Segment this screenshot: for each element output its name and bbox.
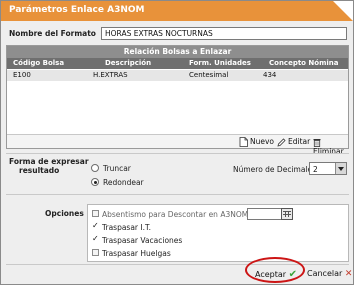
params-dialog: Parámetros Enlace A3NOM Nombre del Forma… [0, 0, 354, 285]
cancel-button[interactable]: Cancelar ✕ [307, 269, 352, 279]
radio-truncar-label: Truncar [103, 164, 131, 173]
cell-descripcion: H.EXTRAS [93, 71, 128, 79]
result-format-label-2: resultado [19, 166, 60, 175]
title-bar: Parámetros Enlace A3NOM [1, 1, 353, 21]
options-label: Opciones [45, 209, 84, 218]
table-row[interactable]: E100 H.EXTRAS Centesimal 434 [7, 70, 348, 81]
decimals-label: Número de Decimales [233, 165, 317, 174]
edit-label: Editar [288, 137, 311, 146]
col-form-unidades: Form. Unidades [189, 59, 251, 67]
radio-redondear[interactable] [91, 178, 99, 186]
accept-button[interactable]: Aceptar ✔ [255, 269, 297, 280]
table-header: Código Bolsa Descripción Form. Unidades … [7, 58, 348, 69]
cancel-label: Cancelar [307, 269, 343, 278]
new-doc-icon [239, 137, 248, 147]
format-name-input[interactable]: HORAS EXTRAS NOCTURNAS [101, 27, 347, 40]
col-descripcion: Descripción [105, 59, 152, 67]
radio-redondear-label: Redondear [103, 178, 144, 187]
divider [6, 153, 349, 154]
checkbox-vacaciones-label: Traspasar Vacaciones [102, 236, 183, 245]
new-button[interactable]: Nuevo [239, 137, 274, 147]
new-label: Nuevo [250, 137, 275, 146]
cell-concepto: 434 [263, 71, 277, 79]
delete-label: Eliminar [313, 146, 344, 156]
checkmark-icon[interactable]: ✓ [92, 234, 99, 243]
edit-button[interactable]: Editar [277, 137, 310, 147]
bolsas-table: Relación Bolsas a Enlazar Código Bolsa D… [6, 45, 349, 156]
radio-truncar[interactable] [91, 164, 99, 172]
trash-icon [313, 138, 321, 147]
checkmark-icon[interactable]: ✓ [92, 221, 99, 230]
format-name-label: Nombre del Formato [9, 29, 96, 38]
chevron-down-icon[interactable] [335, 163, 346, 174]
window-title: Parámetros Enlace A3NOM [9, 5, 145, 15]
checkbox-absentismo[interactable] [92, 210, 99, 217]
table-actions: Nuevo Editar Eliminar [7, 134, 348, 156]
cell-codigo: E100 [13, 71, 31, 79]
checkbox-it-label: Traspasar I.T. [102, 223, 152, 232]
table-title: Relación Bolsas a Enlazar [7, 46, 348, 58]
cell-form-unidades: Centesimal [189, 71, 229, 79]
close-icon: ✕ [344, 269, 353, 279]
decimals-value: 2 [313, 165, 318, 174]
checkbox-absentismo-label: Absentismo para Descontar en A3NOM [102, 210, 249, 219]
checkmark-icon: ✔ [288, 269, 297, 280]
title-corner [333, 1, 353, 21]
decimals-select[interactable]: 2 [309, 162, 347, 175]
checkbox-huelgas[interactable] [92, 249, 99, 256]
checkbox-huelgas-label: Traspasar Huelgas [102, 249, 171, 258]
col-concepto: Concepto Nómina [269, 59, 339, 67]
divider [6, 194, 349, 195]
accept-label: Aceptar [255, 270, 287, 279]
calendar-icon[interactable] [281, 208, 293, 220]
result-format-label-1: Forma de expresar [9, 157, 89, 166]
pencil-icon [277, 137, 286, 147]
format-name-value: HORAS EXTRAS NOCTURNAS [105, 29, 213, 38]
col-codigo: Código Bolsa [13, 59, 65, 67]
